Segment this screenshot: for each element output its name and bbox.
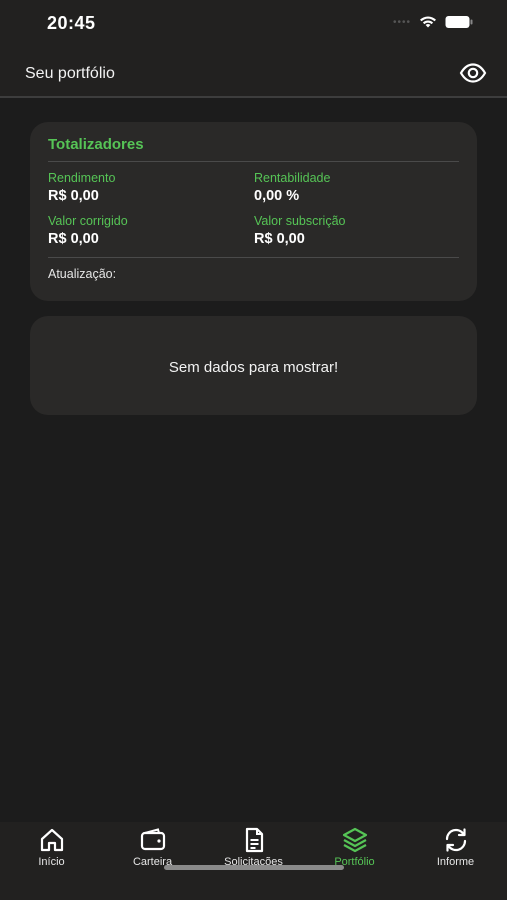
document-icon [245, 827, 263, 853]
rentabilidade-label: Rentabilidade [254, 171, 331, 185]
rendimento-value: R$ 0,00 [48, 188, 99, 204]
home-icon [40, 828, 63, 852]
app-screen: 20:45 •••• Seu portfólio Totalizadores R… [0, 0, 507, 900]
eye-icon [459, 63, 487, 83]
empty-state-card: Sem dados para mostrar! [30, 316, 477, 415]
atualizacao-label: Atualização: [48, 267, 117, 281]
rendimento-label: Rendimento [48, 171, 116, 185]
battery-icon [445, 16, 473, 28]
totals-title: Totalizadores [48, 136, 144, 153]
wallet-icon [140, 828, 165, 851]
valor-subscricao-value: R$ 0,00 [254, 231, 305, 247]
layers-icon [342, 827, 367, 853]
tab-label: Informe [436, 856, 475, 868]
empty-state-message: Sem dados para mostrar! [168, 359, 339, 376]
status-time: 20:45 [47, 13, 96, 33]
page-header: Seu portfólio [0, 48, 507, 98]
status-bar: 20:45 •••• [0, 0, 507, 48]
valor-subscricao-label: Valor subscrição [254, 214, 346, 228]
totals-card: Totalizadores Rendimento R$ 0,00 Rentabi… [30, 122, 477, 301]
tab-inicio[interactable]: Início [1, 822, 102, 878]
rentabilidade-value: 0,00 % [254, 188, 300, 204]
toggle-visibility-button[interactable] [459, 62, 487, 84]
signal-icon: •••• [392, 16, 411, 28]
wifi-icon [420, 16, 436, 28]
home-indicator[interactable] [164, 865, 344, 870]
valor-corrigido-label: Valor corrigido [48, 214, 128, 228]
tab-informe[interactable]: Informe [405, 822, 506, 878]
refresh-icon [445, 828, 466, 852]
page-title: Seu portfólio [25, 65, 115, 82]
status-icons: •••• [393, 15, 473, 29]
valor-corrigido-value: R$ 0,00 [48, 231, 99, 247]
tab-label: Início [38, 856, 65, 868]
divider [48, 161, 459, 162]
tab-bar: Início Carteira Solicitações Portfólio I… [0, 822, 507, 900]
divider [48, 257, 459, 258]
